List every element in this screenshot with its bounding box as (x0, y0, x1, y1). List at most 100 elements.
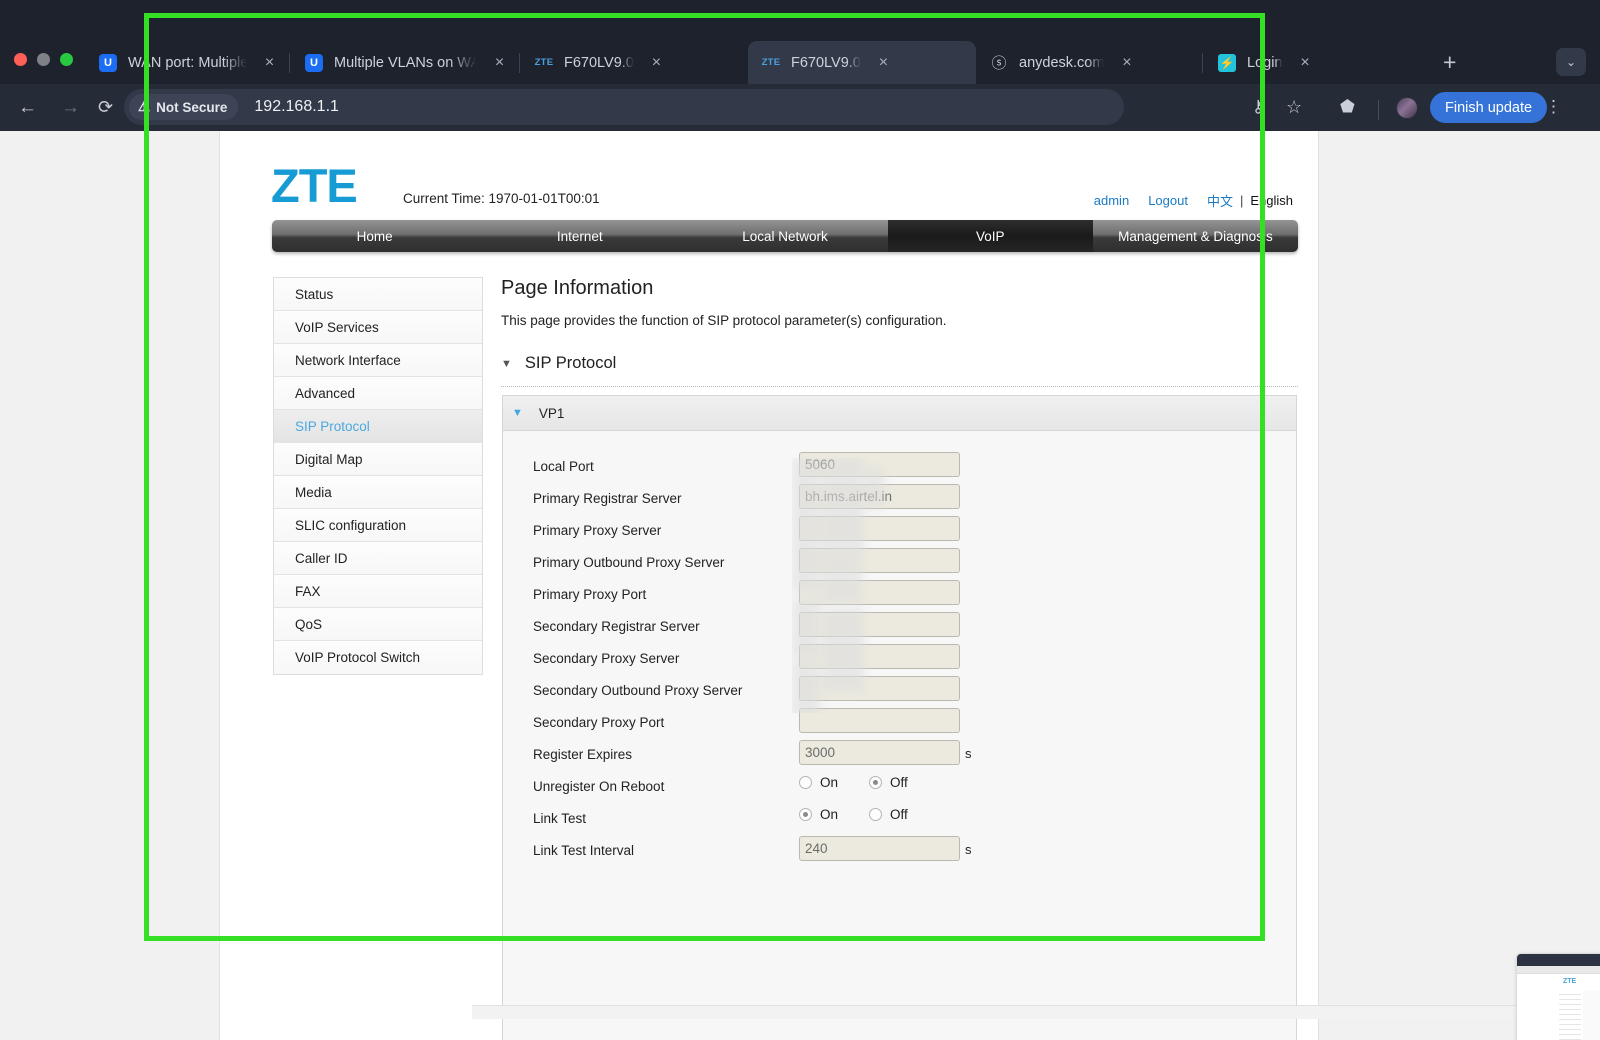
sidebar-item-qos[interactable]: QoS (274, 608, 482, 641)
sidebar-item-network-interface[interactable]: Network Interface (274, 344, 482, 377)
nav-local-network[interactable]: Local Network (682, 220, 887, 252)
security-badge[interactable]: ⚠ Not Secure (129, 94, 239, 120)
finish-update-button[interactable]: Finish update (1430, 92, 1548, 123)
field-row-primary-proxy-port: Primary Proxy Port (503, 580, 1298, 612)
unregister-on-reboot-radio-group[interactable]: On Off (799, 775, 931, 790)
sidebar-item-voip-services[interactable]: VoIP Services (274, 311, 482, 344)
browser-tab-0[interactable]: U WAN port: Multiple tagged × (85, 41, 288, 84)
browser-tab-1[interactable]: U Multiple VLANs on WAN × (291, 41, 518, 84)
secondary-proxy-port-input[interactable] (799, 708, 960, 733)
sidebar-item-digital-map[interactable]: Digital Map (274, 443, 482, 476)
zte-icon: ZTE (761, 57, 781, 68)
sidebar-item-sip-protocol[interactable]: SIP Protocol (274, 410, 482, 443)
close-tab-icon[interactable]: × (648, 54, 665, 71)
avatar[interactable] (1396, 97, 1418, 119)
thumbnail-zte-logo: ZTE (1563, 978, 1577, 985)
chinese-language-link[interactable]: 中文 (1207, 191, 1233, 210)
secondary-outbound-proxy-server-input[interactable] (799, 676, 960, 701)
field-label: Primary Proxy Port (533, 587, 647, 602)
nav-voip[interactable]: VoIP (887, 220, 1093, 252)
vp1-panel: ▼ VP1 Local Port 5060 Primary Registrar … (502, 395, 1297, 1040)
warning-icon: ⚠ (138, 99, 151, 114)
sidebar-item-status[interactable]: Status (274, 278, 482, 311)
field-row-secondary-proxy-server: Secondary Proxy Server (503, 644, 1298, 676)
nav-management-diagnosis[interactable]: Management & Diagnosis (1093, 220, 1298, 252)
field-row-secondary-registrar-server: Secondary Registrar Server (503, 612, 1298, 644)
close-tab-icon[interactable]: × (1296, 54, 1313, 71)
field-label: Register Expires (533, 747, 633, 762)
secondary-proxy-server-input[interactable] (799, 644, 960, 669)
address-bar[interactable]: ⚠ Not Secure 192.168.1.1 (124, 89, 1124, 125)
tab-title: WAN port: Multiple tagged (128, 54, 247, 71)
password-key-icon[interactable]: ⚷ (1252, 97, 1264, 117)
collapse-caret-icon[interactable]: ▼ (501, 358, 512, 370)
tab-strip: U WAN port: Multiple tagged × U Multiple… (0, 0, 1600, 84)
sidebar-item-voip-protocol-switch[interactable]: VoIP Protocol Switch (274, 641, 482, 674)
browser-tabs: U WAN port: Multiple tagged × U Multiple… (85, 41, 1456, 84)
field-row-primary-outbound-proxy-server: Primary Outbound Proxy Server (503, 548, 1298, 580)
extensions-puzzle-icon[interactable]: ⬟ (1340, 97, 1355, 117)
radio-on[interactable] (799, 808, 812, 821)
reload-button[interactable]: ⟳ (90, 92, 121, 123)
preview-thumbnail[interactable]: ZTE (1516, 953, 1600, 1040)
link-test-radio-group[interactable]: On Off (799, 807, 931, 822)
back-button[interactable]: ← (12, 92, 43, 123)
radio-off-label: Off (890, 807, 908, 822)
close-window-button[interactable] (14, 53, 27, 66)
tab-separator (289, 52, 290, 73)
browser-tab-3-active[interactable]: ZTE F670LV9.0 × (748, 41, 976, 84)
browser-menu-icon[interactable]: ⋮ (1545, 97, 1562, 117)
browser-tab-2[interactable]: ZTE F670LV9.0 × (521, 41, 748, 84)
toolbar-separator (1378, 100, 1379, 120)
close-tab-icon[interactable]: × (261, 54, 278, 71)
ubiquiti-icon: U (305, 53, 323, 72)
logout-link[interactable]: Logout (1148, 193, 1188, 208)
radio-off[interactable] (869, 776, 883, 789)
field-label: Link Test (533, 811, 587, 826)
english-language-link[interactable]: English (1250, 193, 1293, 208)
forward-button[interactable]: → (55, 92, 86, 123)
bookmark-star-icon[interactable]: ☆ (1286, 97, 1302, 118)
radio-off[interactable] (869, 808, 883, 821)
secondary-registrar-server-input[interactable] (799, 612, 960, 637)
section-title: SIP Protocol (524, 354, 617, 372)
field-label: Unregister On Reboot (533, 779, 665, 794)
sidebar-item-caller-id[interactable]: Caller ID (274, 542, 482, 575)
primary-proxy-port-input[interactable] (799, 580, 960, 605)
field-label: Secondary Proxy Server (533, 651, 680, 666)
register-expires-input[interactable]: 3000 (799, 740, 960, 765)
window-traffic-lights[interactable] (14, 53, 73, 66)
radio-off-label: Off (890, 775, 908, 790)
link-test-interval-input[interactable]: 240 (799, 836, 960, 861)
minimize-window-button[interactable] (37, 53, 50, 66)
nav-internet[interactable]: Internet (477, 220, 682, 252)
sip-protocol-section-header[interactable]: ▼ SIP Protocol (501, 354, 616, 373)
close-tab-icon[interactable]: × (875, 54, 892, 71)
browser-tab-5[interactable]: ⚡ Login × (1204, 41, 1431, 84)
browser-tab-4[interactable]: ⓢ anydesk.com × (976, 41, 1201, 84)
page-description: This page provides the function of SIP p… (501, 313, 947, 328)
field-label: Link Test Interval (533, 843, 635, 858)
sidebar-item-slic-configuration[interactable]: SLIC configuration (274, 509, 482, 542)
radio-on[interactable] (799, 776, 812, 789)
sidebar-item-media[interactable]: Media (274, 476, 482, 509)
main-navigation: Home Internet Local Network VoIP Managem… (272, 220, 1298, 252)
seconds-unit-label: s (965, 842, 972, 857)
maximize-window-button[interactable] (60, 53, 73, 66)
primary-outbound-proxy-server-input[interactable] (799, 548, 960, 573)
sidebar-item-fax[interactable]: FAX (274, 575, 482, 608)
close-tab-icon[interactable]: × (1118, 54, 1135, 71)
local-port-input[interactable]: 5060 (799, 452, 960, 477)
nav-home[interactable]: Home (272, 220, 477, 252)
admin-link[interactable]: admin (1094, 193, 1129, 208)
close-tab-icon[interactable]: × (491, 54, 508, 71)
vp1-panel-header[interactable]: ▼ VP1 (503, 396, 1296, 431)
primary-proxy-server-input[interactable] (799, 516, 960, 541)
primary-registrar-server-input[interactable]: bh.ims.airtel.in (799, 484, 960, 509)
page-viewport: ZTE Current Time: 1970-01-01T00:01 admin… (0, 131, 1600, 1040)
tab-list-chevron-icon[interactable]: ⌄ (1556, 48, 1586, 76)
field-row-local-port: Local Port 5060 (503, 452, 1298, 484)
new-tab-button[interactable]: + (1443, 51, 1456, 74)
collapse-caret-icon[interactable]: ▼ (512, 407, 523, 419)
sidebar-item-advanced[interactable]: Advanced (274, 377, 482, 410)
